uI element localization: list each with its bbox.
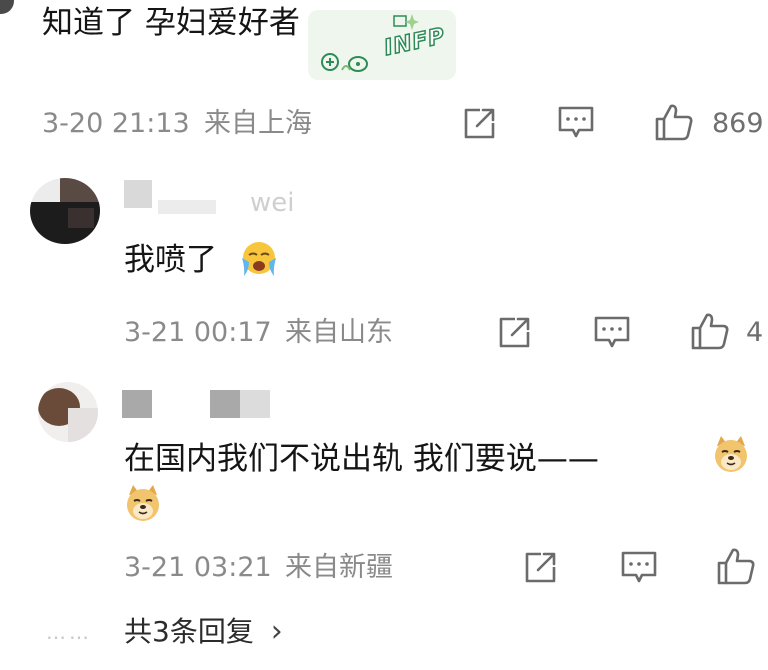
loudly-crying-face-icon: [237, 238, 281, 278]
top-comment-text: 知道了 孕妇爱好者: [42, 5, 300, 41]
thumbs-up-icon[interactable]: [690, 311, 730, 351]
top-comment-location: 来自上海: [204, 108, 312, 139]
avatar[interactable]: [30, 178, 100, 244]
username-redacted: [210, 390, 240, 418]
username-partial[interactable]: wei: [250, 190, 294, 212]
avatar[interactable]: [38, 382, 98, 442]
reply-location: 来自山东: [285, 317, 393, 348]
doge-icon: [711, 434, 751, 474]
share-icon[interactable]: [496, 315, 532, 351]
username-redacted: [124, 180, 152, 208]
infp-sticker: INFP: [308, 4, 458, 84]
username-redacted: [122, 390, 152, 418]
reply-location: 来自新疆: [285, 552, 393, 583]
top-comment-time: 3-20 21:13: [42, 108, 190, 139]
comment-icon[interactable]: [620, 549, 658, 585]
view-more-replies-link[interactable]: 共3条回复 ›: [124, 615, 283, 649]
reply-time: 3-21 00:17: [124, 317, 272, 348]
share-icon[interactable]: [522, 550, 558, 586]
top-comment-like-count: 869: [712, 108, 764, 139]
comment-icon[interactable]: [557, 104, 595, 140]
more-replies-label: 共3条回复: [124, 615, 254, 648]
top-left-avatar-fragment: [0, 0, 14, 14]
reply-like-count: 4: [746, 317, 764, 348]
thumbs-up-icon[interactable]: [716, 546, 756, 586]
thumbs-up-icon[interactable]: [654, 102, 694, 142]
reply-text: 我喷了: [124, 242, 217, 278]
share-icon[interactable]: [461, 106, 497, 142]
sticker-sparkle-icon: [393, 14, 419, 30]
doge-icon: [123, 483, 163, 523]
sticker-plants-icon: [321, 53, 368, 72]
username-redacted: [240, 390, 270, 418]
username-redacted: [158, 200, 216, 214]
chevron-right-icon: ›: [270, 614, 283, 649]
comment-icon[interactable]: [593, 314, 631, 350]
more-replies-dots: ……: [46, 620, 92, 644]
reply-text: 在国内我们不说出轨 我们要说——: [124, 441, 599, 477]
reply-time: 3-21 03:21: [124, 552, 272, 583]
